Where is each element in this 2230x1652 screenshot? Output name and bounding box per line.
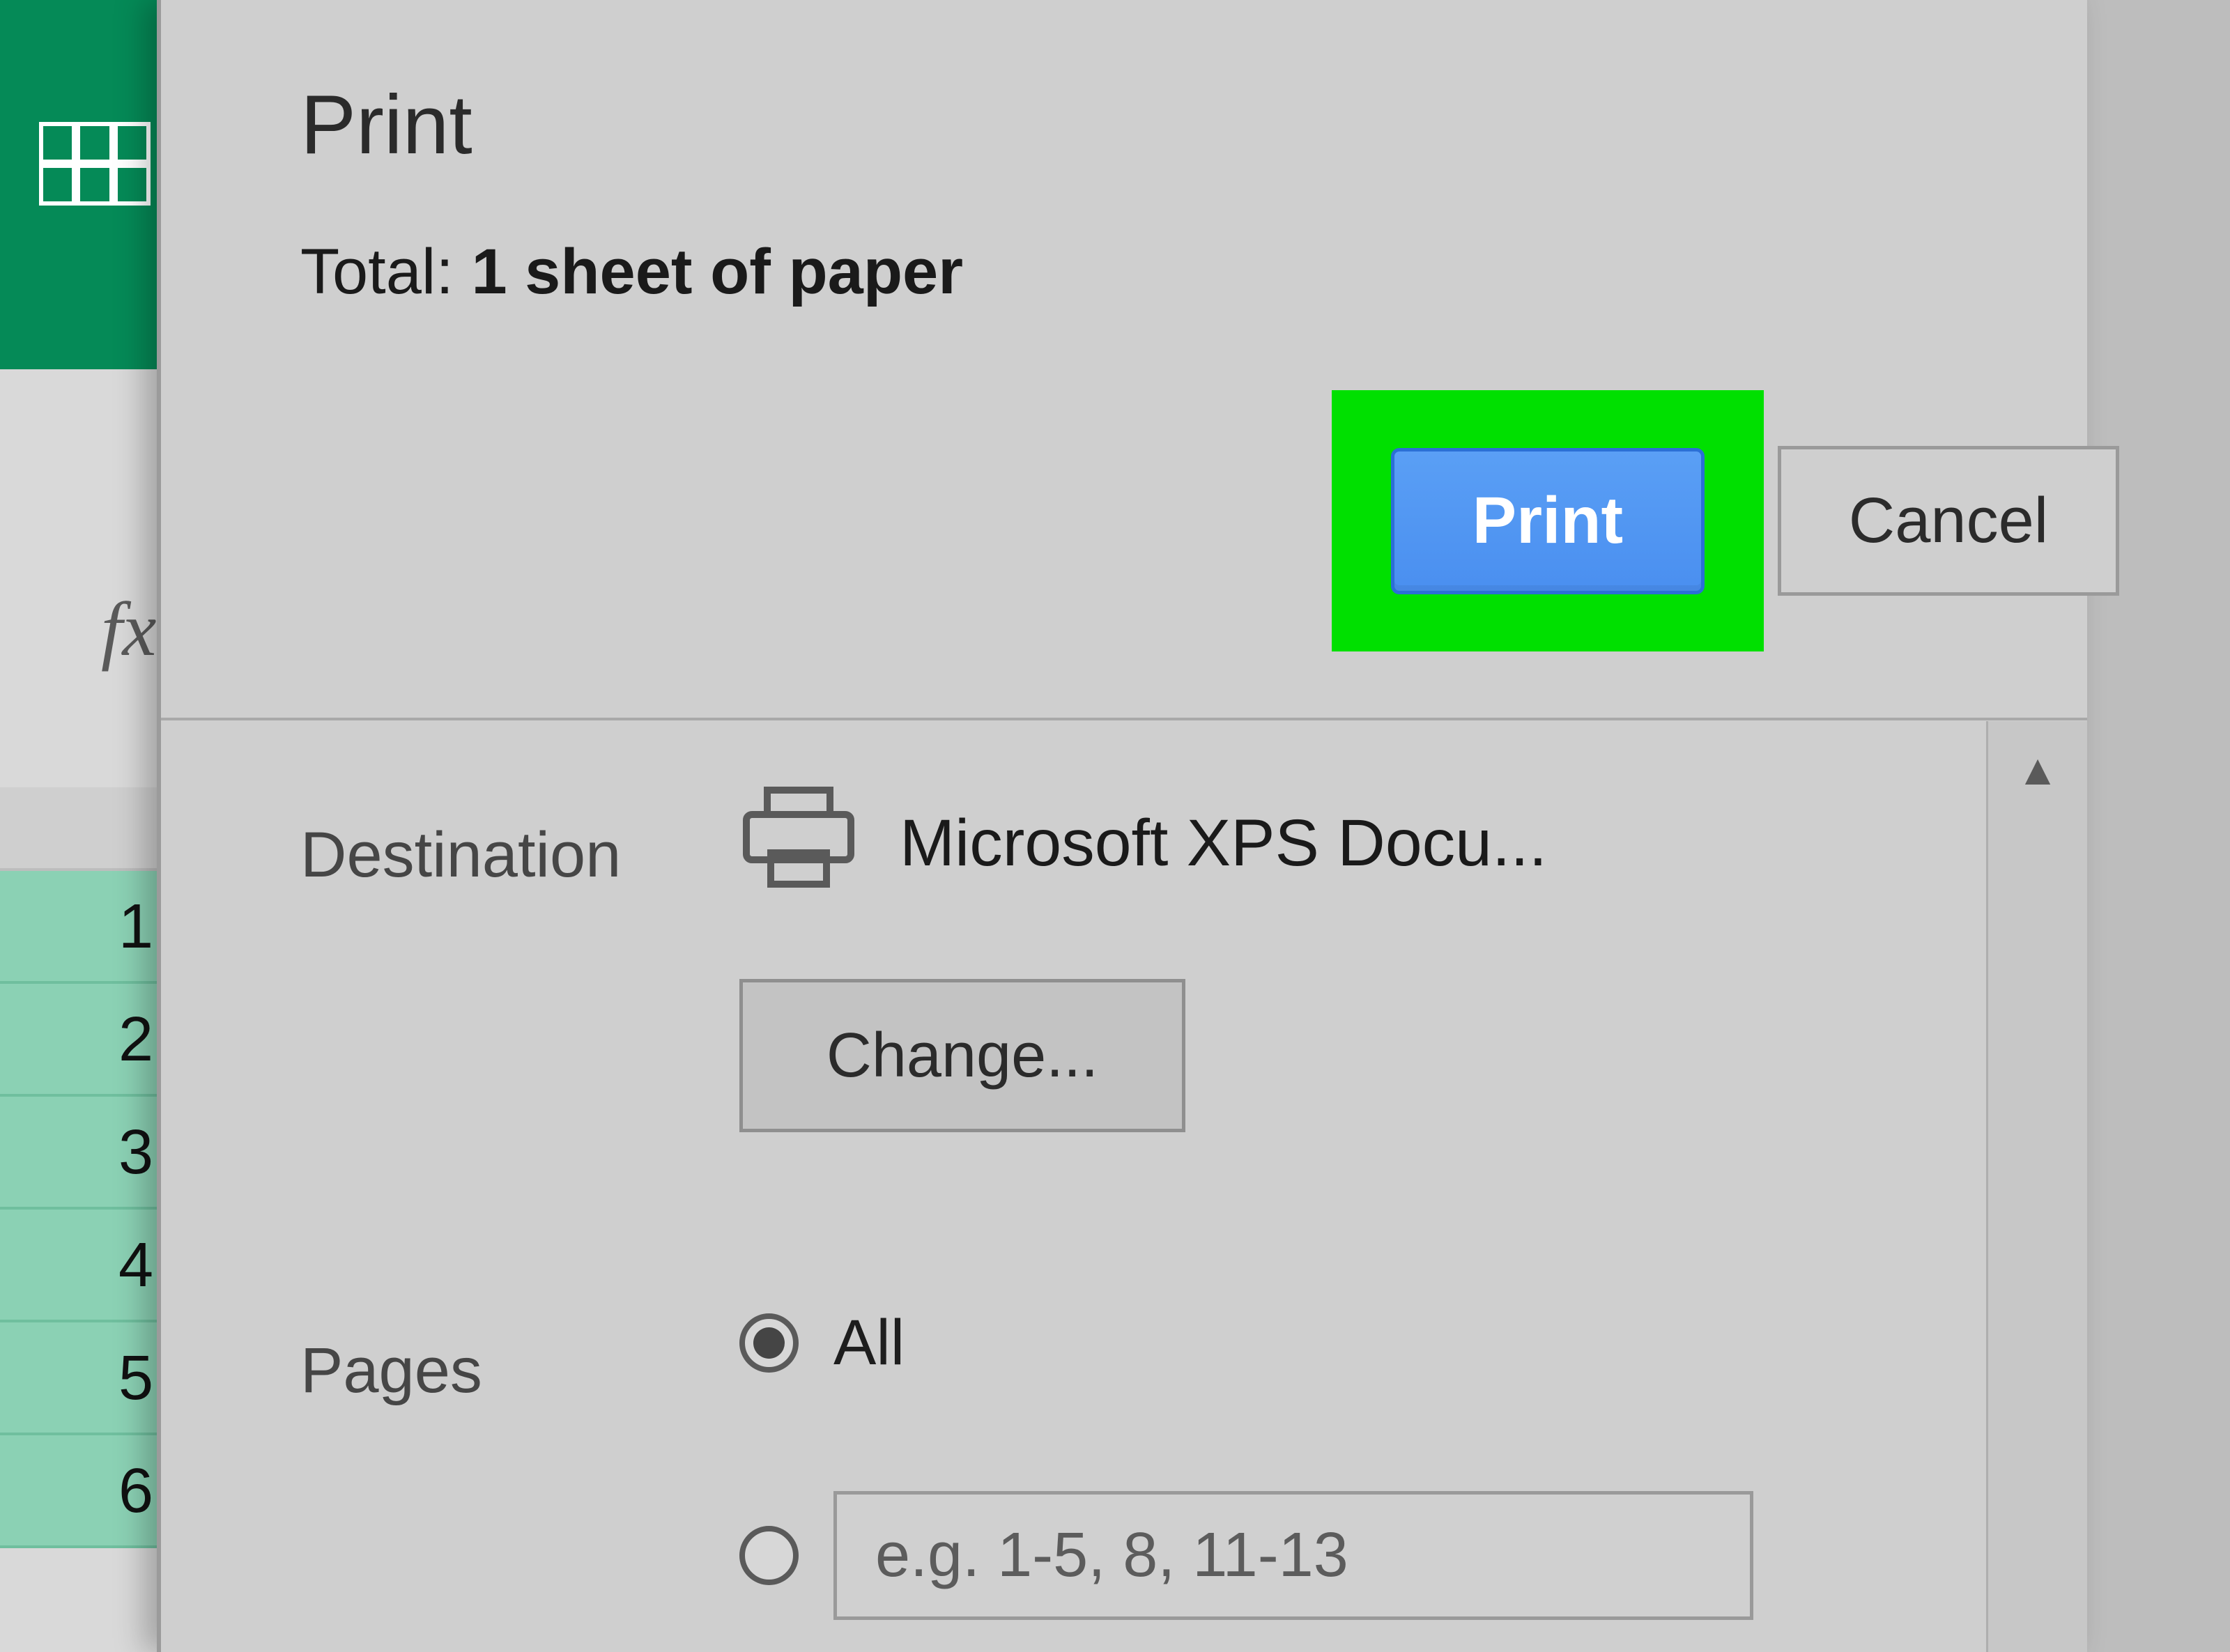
printer-icon xyxy=(739,787,858,891)
destination-printer: Microsoft XPS Docu... xyxy=(739,791,1990,895)
cancel-button[interactable]: Cancel xyxy=(1778,446,2119,596)
row-header[interactable]: 4 xyxy=(0,1210,174,1322)
row-header[interactable]: 2 xyxy=(0,984,174,1097)
dialog-header: Print Total: 1 sheet of paper xyxy=(161,0,2087,371)
print-dialog: Print Total: 1 sheet of paper Print Canc… xyxy=(157,0,2087,1652)
destination-row: Destination Microsoft XPS Docu... Change… xyxy=(300,791,1990,1132)
formula-bar-fx-label: fx xyxy=(101,585,156,674)
pages-all-option[interactable]: All xyxy=(739,1306,1990,1380)
pages-row: Pages All e.g. 1-5, 8, 11-13 xyxy=(300,1306,1990,1620)
destination-label: Destination xyxy=(300,791,739,892)
total-sheets-line: Total: 1 sheet of paper xyxy=(300,236,1948,309)
row-header[interactable]: 3 xyxy=(0,1097,174,1210)
spreadsheet-app-icon xyxy=(39,122,151,206)
settings-pane: Destination Microsoft XPS Docu... Change… xyxy=(161,721,1990,1652)
radio-checked-icon xyxy=(739,1313,799,1373)
row-header[interactable]: 6 xyxy=(0,1435,174,1548)
pages-range-input[interactable]: e.g. 1-5, 8, 11-13 xyxy=(833,1491,1753,1620)
annotation-highlight: Print xyxy=(1332,390,1764,651)
spreadsheet-column-header xyxy=(0,787,174,871)
row-header[interactable]: 1 xyxy=(0,871,174,984)
dialog-title: Print xyxy=(300,77,1948,173)
change-destination-button[interactable]: Change... xyxy=(739,979,1185,1132)
radio-unchecked-icon xyxy=(739,1526,799,1585)
scroll-up-icon[interactable]: ▲ xyxy=(1988,721,2087,819)
total-prefix: Total: xyxy=(300,236,471,307)
settings-scrollbar[interactable]: ▲ xyxy=(1986,721,2087,1652)
total-value: 1 sheet of paper xyxy=(471,236,963,307)
pages-range-placeholder: e.g. 1-5, 8, 11-13 xyxy=(875,1520,1348,1591)
pages-range-option[interactable]: e.g. 1-5, 8, 11-13 xyxy=(739,1491,1990,1620)
divider xyxy=(161,718,2087,720)
pages-all-label: All xyxy=(833,1306,905,1380)
dialog-action-row: Print Cancel xyxy=(1332,390,2168,669)
destination-printer-name: Microsoft XPS Docu... xyxy=(900,805,1547,881)
print-button[interactable]: Print xyxy=(1391,448,1705,594)
pages-label: Pages xyxy=(300,1306,739,1407)
row-header[interactable]: 5 xyxy=(0,1322,174,1435)
spreadsheet-row-headers: 1 2 3 4 5 6 xyxy=(0,871,174,1548)
page-gutter xyxy=(2080,0,2230,1652)
